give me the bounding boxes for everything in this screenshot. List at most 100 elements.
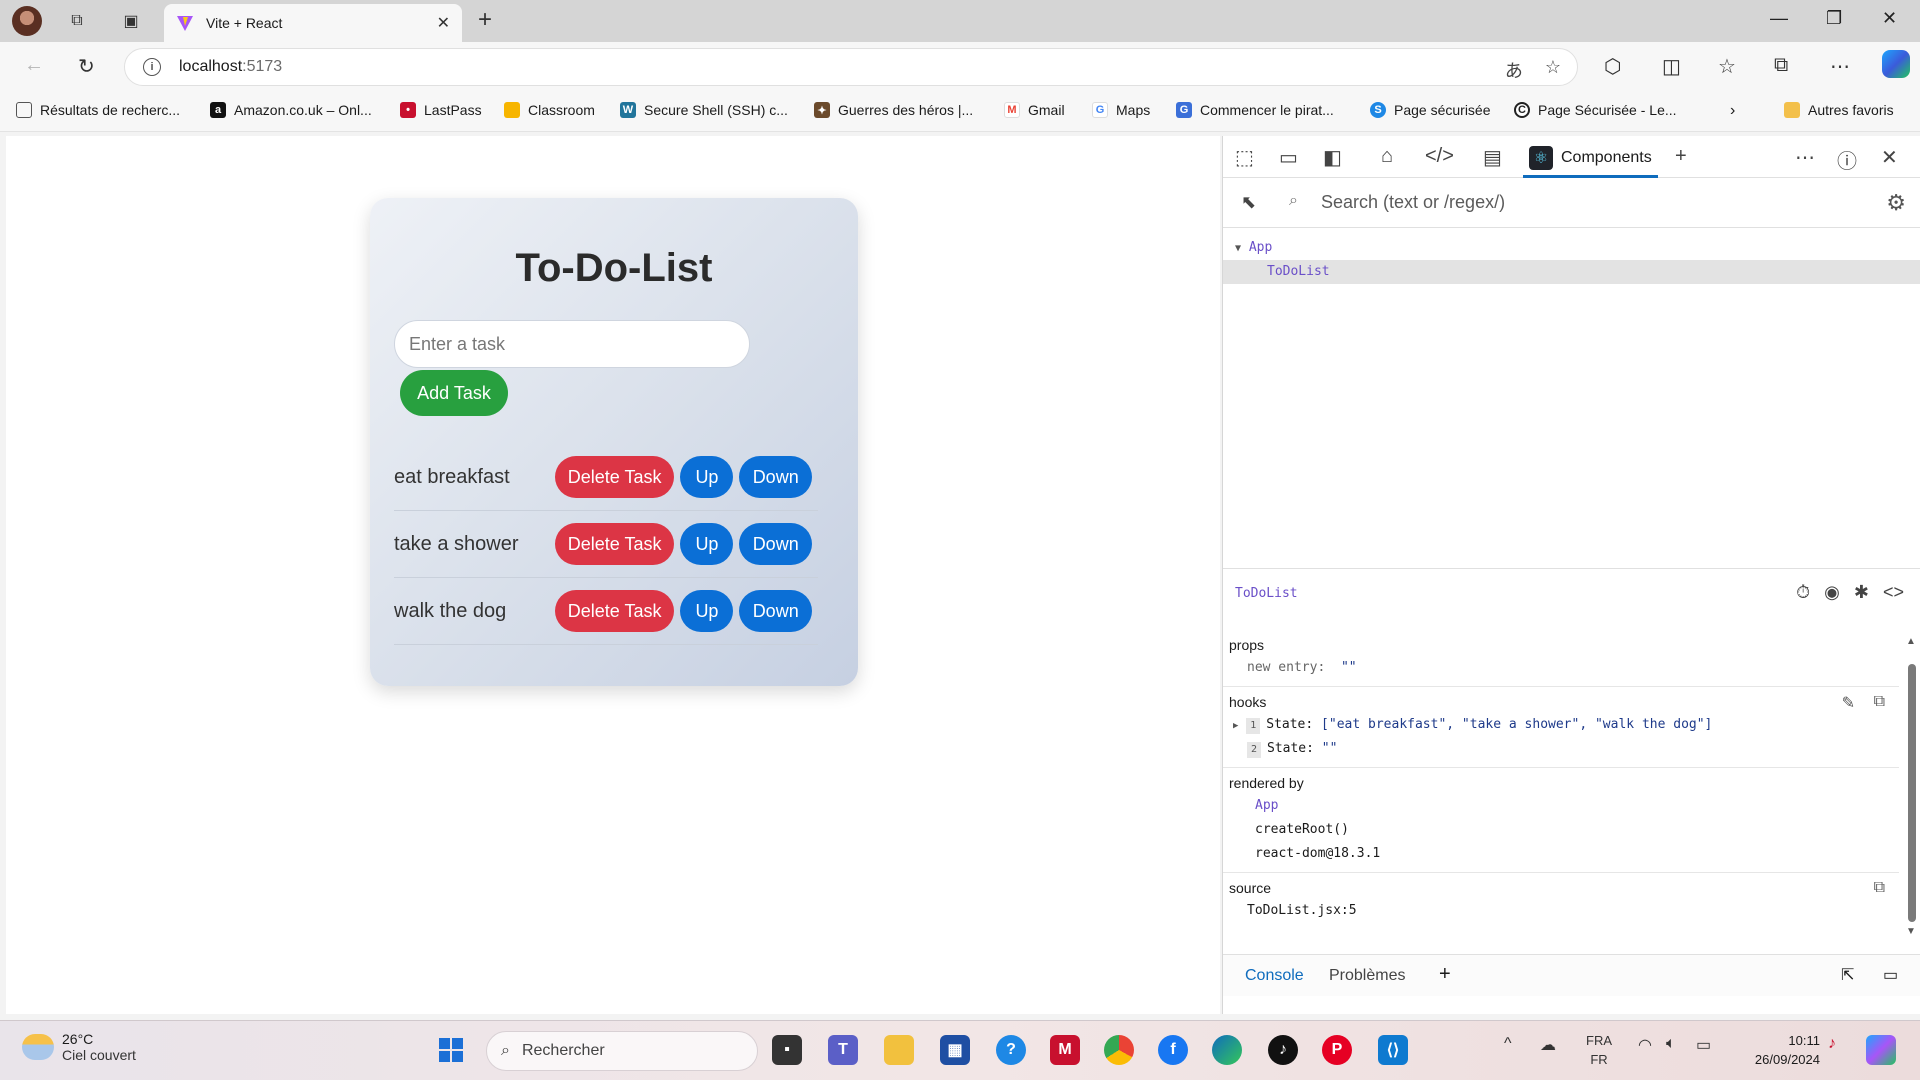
delete-task-button[interactable]: Delete Task: [554, 590, 675, 632]
more-menu-icon[interactable]: ⋯: [1830, 54, 1850, 79]
inspector-scrollbar[interactable]: ▲ ▼: [1906, 636, 1916, 937]
add-task-button[interactable]: Add Task: [400, 370, 508, 416]
wifi-icon[interactable]: ◠: [1638, 1035, 1652, 1055]
tree-node-todolist[interactable]: ToDoList: [1223, 260, 1920, 284]
restore-icon[interactable]: ❐: [1826, 8, 1842, 29]
elements-code-icon[interactable]: </>: [1425, 145, 1454, 168]
chrome-icon[interactable]: [1104, 1035, 1134, 1065]
panel-divider[interactable]: [1223, 568, 1920, 569]
bookmark-item[interactable]: C Page Sécurisée - Le...: [1514, 102, 1677, 118]
move-up-button[interactable]: Up: [680, 456, 734, 498]
weather-widget[interactable]: 26°C Ciel couvert: [22, 1031, 136, 1063]
hook-row[interactable]: 2 State: "": [1229, 737, 1893, 761]
refresh-icon[interactable]: ↻: [78, 54, 95, 79]
facebook-icon[interactable]: f: [1158, 1035, 1188, 1065]
more-tools-icon[interactable]: ⋯: [1795, 145, 1815, 170]
bookmark-item[interactable]: Résultats de recherc...: [16, 102, 180, 118]
clock[interactable]: 10:11 26/09/2024: [1740, 1031, 1820, 1069]
scroll-up-icon[interactable]: ▲: [1906, 636, 1916, 647]
add-tool-icon[interactable]: +: [1675, 145, 1687, 168]
scroll-thumb[interactable]: [1908, 664, 1916, 922]
help-icon[interactable]: ?: [996, 1035, 1026, 1065]
minimize-icon[interactable]: —: [1770, 8, 1788, 29]
inspect-element-icon[interactable]: ⬚: [1235, 145, 1254, 170]
drawer-tab-console[interactable]: Console: [1245, 967, 1304, 985]
prop-row[interactable]: new entry: "": [1229, 656, 1893, 680]
bookmark-item[interactable]: ✦ Guerres des héros |...: [814, 102, 973, 118]
tab-close-icon[interactable]: ✕: [437, 13, 450, 33]
bookmarks-overflow-icon[interactable]: ›: [1730, 102, 1735, 120]
notifications-bell-icon[interactable]: ♪: [1828, 1035, 1836, 1053]
inspect-eye-icon[interactable]: ◉: [1824, 582, 1840, 603]
scroll-down-icon[interactable]: ▼: [1906, 926, 1916, 937]
move-up-button[interactable]: Up: [680, 523, 734, 565]
bookmark-item[interactable]: G Commencer le pirat...: [1176, 102, 1334, 118]
start-windows-icon[interactable]: [436, 1035, 466, 1065]
close-devtools-icon[interactable]: ✕: [1881, 145, 1898, 170]
show-hidden-icons-icon[interactable]: ^: [1504, 1035, 1512, 1053]
help-icon[interactable]: ⓘ: [1837, 145, 1857, 174]
tab-components[interactable]: ⚛ Components: [1523, 140, 1658, 178]
vertical-tabs-icon[interactable]: ▣: [118, 8, 144, 34]
dock-side-icon[interactable]: ◧: [1323, 145, 1342, 170]
move-down-button[interactable]: Down: [739, 523, 812, 565]
tiktok-icon[interactable]: ♪: [1268, 1035, 1298, 1065]
back-icon[interactable]: ←: [24, 54, 44, 77]
component-search-input[interactable]: Search (text or /regex/): [1321, 192, 1505, 213]
battery-icon[interactable]: ▭: [1696, 1035, 1711, 1055]
edit-wand-icon[interactable]: ✎: [1842, 693, 1855, 713]
split-screen-icon[interactable]: ◫: [1662, 54, 1681, 79]
copilot-icon[interactable]: [1882, 50, 1910, 78]
browser-tab-active[interactable]: Vite + React ✕: [164, 4, 462, 42]
vscode-icon[interactable]: ⟨⟩: [1378, 1035, 1408, 1065]
copy-icon[interactable]: ⧉: [1874, 693, 1885, 711]
debug-bug-icon[interactable]: ✱: [1854, 582, 1869, 603]
bookmark-item[interactable]: M Gmail: [1004, 102, 1065, 118]
add-drawer-tab-icon[interactable]: +: [1439, 963, 1451, 986]
collections-icon[interactable]: ⧉: [1774, 54, 1788, 77]
task-view-icon[interactable]: ▪: [772, 1035, 802, 1065]
source-location[interactable]: ToDoList.jsx:5: [1229, 899, 1893, 923]
network-status-icon[interactable]: ☁: [1540, 1035, 1556, 1055]
bookmark-item[interactable]: a Amazon.co.uk – Onl...: [210, 102, 372, 118]
mcafee-icon[interactable]: M: [1050, 1035, 1080, 1065]
drawer-layout-icon[interactable]: ▭: [1883, 965, 1898, 985]
edge-icon[interactable]: [1212, 1035, 1242, 1065]
tree-node-app[interactable]: ▼ App: [1223, 236, 1920, 260]
window-close-icon[interactable]: ✕: [1882, 8, 1897, 29]
file-explorer-icon[interactable]: [884, 1035, 914, 1065]
collapse-caret-icon[interactable]: ▼: [1235, 243, 1241, 254]
extensions-icon[interactable]: ⬡: [1604, 54, 1621, 79]
copy-icon[interactable]: ⧉: [1874, 879, 1885, 897]
address-bar[interactable]: i localhost:5173 あ ☆: [124, 48, 1578, 86]
settings-gear-icon[interactable]: ⚙: [1886, 190, 1906, 216]
drawer-tab-problems[interactable]: Problèmes: [1329, 967, 1405, 985]
favorites-icon[interactable]: ☆: [1718, 54, 1736, 79]
console-icon[interactable]: ▤: [1483, 145, 1502, 170]
pinterest-icon[interactable]: P: [1322, 1035, 1352, 1065]
bookmark-item[interactable]: W Secure Shell (SSH) c...: [620, 102, 788, 118]
workspaces-icon[interactable]: ⧉: [64, 8, 90, 34]
suspend-timer-icon[interactable]: ⏱: [1796, 582, 1810, 603]
expand-caret-icon[interactable]: ▶: [1233, 721, 1238, 731]
taskbar-search[interactable]: ⌕ Rechercher: [486, 1031, 758, 1071]
teams-icon[interactable]: T: [828, 1035, 858, 1065]
volume-icon[interactable]: 🔈︎: [1666, 1035, 1676, 1053]
select-component-icon[interactable]: ⬉: [1241, 192, 1256, 213]
move-down-button[interactable]: Down: [739, 590, 812, 632]
bookmark-item[interactable]: S Page sécurisée: [1370, 102, 1491, 118]
hook-row[interactable]: ▶ 1 State: ["eat breakfast", "take a show…: [1229, 713, 1893, 737]
bookmark-item[interactable]: Classroom: [504, 102, 595, 118]
device-emulation-icon[interactable]: ▭: [1279, 145, 1298, 170]
other-favorites[interactable]: Autres favoris: [1784, 102, 1894, 118]
translate-icon[interactable]: あ: [1505, 57, 1523, 83]
task-input[interactable]: [394, 320, 750, 368]
welcome-home-icon[interactable]: ⌂: [1381, 145, 1393, 168]
copilot-icon[interactable]: [1866, 1035, 1896, 1065]
site-info-icon[interactable]: i: [143, 58, 161, 76]
bookmark-item[interactable]: G Maps: [1092, 102, 1150, 118]
view-source-icon[interactable]: <>: [1883, 582, 1904, 603]
move-up-button[interactable]: Up: [680, 590, 734, 632]
bookmark-item[interactable]: • LastPass: [400, 102, 482, 118]
new-tab-icon[interactable]: +: [478, 6, 492, 34]
